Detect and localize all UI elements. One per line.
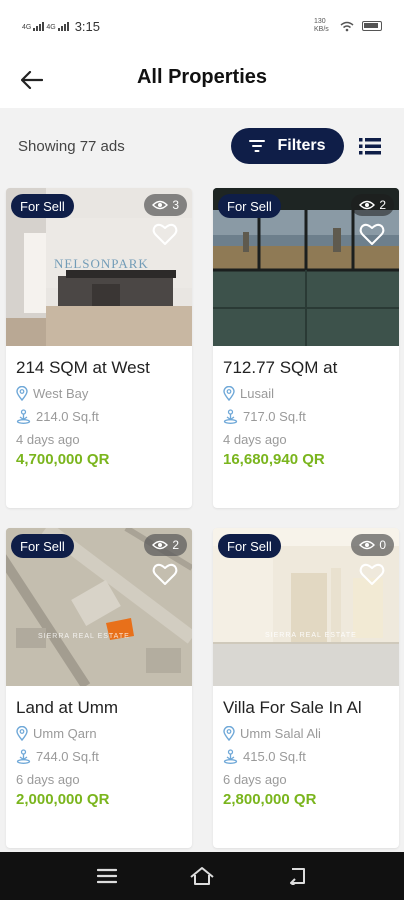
for-sell-badge: For Sell (11, 534, 74, 558)
heart-icon[interactable] (152, 222, 178, 246)
views-number: 3 (172, 198, 179, 212)
listing-title: Land at Umm (16, 698, 119, 717)
listing-location: West Bay (16, 386, 88, 401)
views-number: 2 (172, 538, 179, 552)
listing-title: Villa For Sale In Al (223, 698, 362, 717)
heart-icon[interactable] (359, 562, 385, 586)
home-icon (190, 867, 214, 885)
return-button[interactable] (277, 856, 317, 896)
signal-label-2: 4G (46, 24, 56, 31)
location-text: Umm Salal Ali (240, 726, 321, 741)
area-text: 744.0 Sq.ft (36, 749, 99, 764)
location-text: Lusail (240, 386, 274, 401)
listing-time: 4 days ago (223, 432, 287, 447)
wifi-icon (340, 21, 354, 31)
location-pin-icon (223, 386, 235, 401)
ads-count: Showing 77 ads (18, 138, 125, 155)
listing-time: 4 days ago (16, 432, 80, 447)
location-pin-icon (16, 726, 28, 741)
status-time: 3:15 (74, 18, 100, 34)
list-view-button[interactable] (356, 132, 384, 160)
listing-area: 214.0 Sq.ft (16, 409, 99, 424)
location-text: West Bay (33, 386, 89, 401)
signal-label-1: 4G (22, 24, 32, 31)
views-number: 0 (379, 538, 386, 552)
views-number: 2 (379, 198, 386, 212)
for-sell-badge: For Sell (218, 194, 281, 218)
area-icon (16, 749, 31, 764)
home-button[interactable] (182, 856, 222, 896)
eye-icon (359, 540, 376, 550)
battery-icon (362, 21, 382, 31)
filters-button[interactable]: Filters (231, 128, 344, 164)
listing-card[interactable]: SIERRA REAL ESTATE For Sell 2 Land at Um… (6, 528, 192, 848)
listing-location: Lusail (223, 386, 274, 401)
listing-price: 4,700,000 QR (16, 451, 110, 468)
listing-title: 712.77 SQM at (223, 358, 338, 377)
listing-area: 415.0 Sq.ft (223, 749, 306, 764)
return-icon (289, 868, 305, 885)
signal-icon: 4G 4G (22, 21, 69, 31)
area-icon (16, 409, 31, 424)
views-count: 2 (351, 194, 394, 216)
views-count: 3 (144, 194, 187, 216)
area-text: 415.0 Sq.ft (243, 749, 306, 764)
listing-price: 2,800,000 QR (223, 791, 317, 808)
heart-icon[interactable] (152, 562, 178, 586)
listing-location: Umm Salal Ali (223, 726, 321, 741)
image-watermark: NELSONPARK (54, 256, 149, 271)
listing-area: 717.0 Sq.ft (223, 409, 306, 424)
image-watermark: SIERRA REAL ESTATE (265, 632, 357, 639)
listing-time: 6 days ago (16, 772, 80, 787)
views-count: 2 (144, 534, 187, 556)
location-text: Umm Qarn (33, 726, 97, 741)
filter-icon (249, 140, 266, 152)
heart-icon[interactable] (359, 222, 385, 246)
for-sell-badge: For Sell (218, 534, 281, 558)
listing-card[interactable]: NELSONPARK For Sell 3 214 SQM at West We… (6, 188, 192, 508)
listing-location: Umm Qarn (16, 726, 97, 741)
eye-icon (152, 200, 169, 210)
location-pin-icon (223, 726, 235, 741)
listing-price: 16,680,940 QR (223, 451, 325, 468)
listing-time: 6 days ago (223, 772, 287, 787)
listing-card[interactable]: For Sell 2 712.77 SQM at Lusail 717.0 Sq… (213, 188, 399, 508)
area-text: 214.0 Sq.ft (36, 409, 99, 424)
for-sell-badge: For Sell (11, 194, 74, 218)
area-icon (223, 749, 238, 764)
image-watermark: SIERRA REAL ESTATE (38, 633, 130, 640)
listing-area: 744.0 Sq.ft (16, 749, 99, 764)
eye-icon (152, 540, 169, 550)
area-icon (223, 409, 238, 424)
results-toolbar: Showing 77 ads Filters (0, 108, 404, 184)
status-left: 4G 4G 3:15 (22, 19, 100, 34)
filters-label: Filters (277, 137, 326, 154)
menu-button[interactable] (87, 856, 127, 896)
location-pin-icon (16, 386, 28, 401)
list-view-icon (359, 138, 381, 155)
listing-title: 214 SQM at West (16, 358, 150, 377)
eye-icon (359, 200, 376, 210)
menu-icon (97, 868, 118, 884)
views-count: 0 (351, 534, 394, 556)
listing-price: 2,000,000 QR (16, 791, 110, 808)
data-speed: 130 KB/s (314, 18, 329, 33)
app-bar: All Properties (0, 52, 404, 108)
listing-card[interactable]: SIERRA REAL ESTATE For Sell 0 Villa For … (213, 528, 399, 848)
status-bar: 4G 4G 3:15 130 KB/s (0, 0, 404, 52)
page-title: All Properties (136, 66, 268, 88)
system-nav-bar (0, 852, 404, 900)
area-text: 717.0 Sq.ft (243, 409, 306, 424)
status-right: 130 KB/s (314, 18, 382, 34)
